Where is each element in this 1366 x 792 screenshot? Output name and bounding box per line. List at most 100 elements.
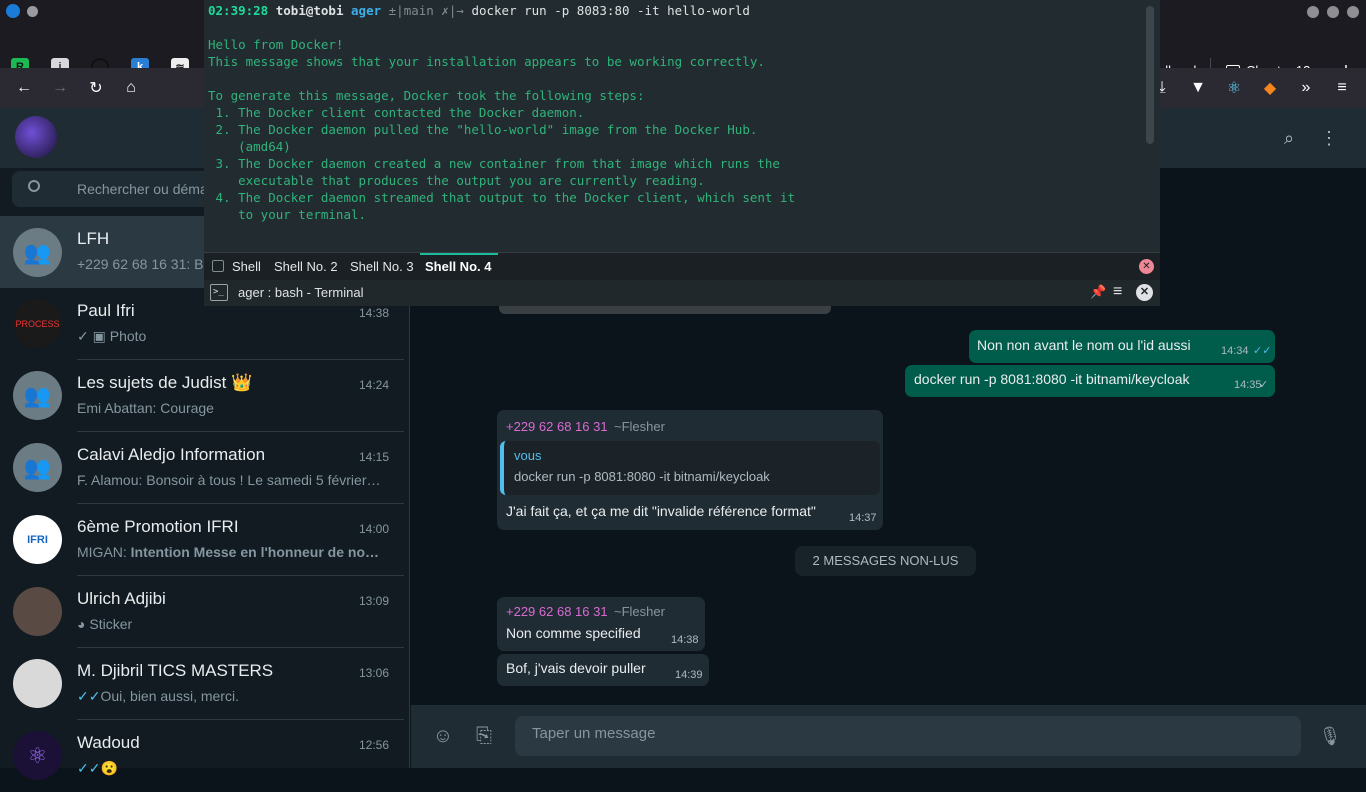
contact-avatar xyxy=(13,587,62,636)
chat-name: Paul Ifri xyxy=(77,301,135,320)
more-options-icon[interactable]: ⋮ xyxy=(1318,127,1340,149)
minimize-icon[interactable] xyxy=(1307,6,1319,18)
message-time: 14:39 xyxy=(675,669,703,681)
extension-react-icon[interactable]: ⚛ xyxy=(1223,77,1245,99)
terminal-menu-icon[interactable]: ≡ xyxy=(1113,283,1122,301)
double-check-icon: ✓✓ xyxy=(77,688,101,704)
contact-avatar: ⚛ xyxy=(13,731,62,780)
chat-preview: ✓✓😮 xyxy=(77,760,118,776)
back-arrow-icon[interactable]: ← xyxy=(13,77,35,99)
profile-avatar[interactable] xyxy=(15,116,57,158)
chat-item-calavi[interactable]: 👥 Calavi Aledjo Information 14:15 F. Ala… xyxy=(0,432,410,504)
incoming-message: +229 62 68 16 31 ~Flesher vous docker ru… xyxy=(497,410,883,530)
quote-author: vous xyxy=(514,448,542,463)
chat-item-ifri[interactable]: IFRI 6ème Promotion IFRI 14:00 MIGAN: In… xyxy=(0,504,410,576)
message-input[interactable]: Taper un message xyxy=(515,716,1301,756)
chat-item-djibril[interactable]: M. Djibril TICS MASTERS 13:06 ✓✓Oui, bie… xyxy=(0,648,410,720)
new-session-icon[interactable] xyxy=(212,260,224,272)
chat-name: Ulrich Adjibi xyxy=(77,589,166,608)
microphone-icon[interactable]: 🎙 xyxy=(1319,725,1342,747)
incoming-message: +229 62 68 16 31 ~Flesher Non comme spec… xyxy=(497,597,705,651)
terminal-scrollbar[interactable] xyxy=(1146,6,1154,144)
close-tab-icon[interactable]: ✕ xyxy=(1139,259,1154,274)
reload-icon[interactable]: ↻ xyxy=(85,77,107,99)
forward-arrow-icon[interactable]: → xyxy=(49,77,71,99)
sender-alias: ~Flesher xyxy=(614,419,665,434)
outgoing-message: docker run -p 8081:8080 -it bitnami/keyc… xyxy=(905,365,1275,397)
group-avatar: 👥 xyxy=(13,371,62,420)
incoming-message: Bof, j'vais devoir puller 14:39 xyxy=(497,654,709,686)
close-terminal-icon[interactable]: ✕ xyxy=(1136,284,1153,301)
chat-preview: MIGAN: Intention Messe en l'honneur de n… xyxy=(77,544,380,560)
chat-item-ulrich[interactable]: Ulrich Adjibi 13:09 ◕ Sticker xyxy=(0,576,410,648)
terminal-tab[interactable]: Shell No. 3 xyxy=(350,259,414,274)
sender-alias: ~Flesher xyxy=(614,604,665,619)
chat-time: 13:09 xyxy=(358,594,389,608)
chat-preview: F. Alamou: Bonsoir à tous ! Le samedi 5 … xyxy=(77,472,381,488)
read-receipt-icon: ✓✓ xyxy=(1253,345,1272,357)
sender-phone: +229 62 68 16 31 xyxy=(506,419,608,434)
contact-avatar xyxy=(13,659,62,708)
terminal-output[interactable]: 02:39:28 tobi@tobi ager ±|main ✗|→ docke… xyxy=(208,2,1144,248)
maximize-icon[interactable] xyxy=(1327,6,1339,18)
window-menu-icon[interactable] xyxy=(27,6,38,17)
quoted-message[interactable]: vous docker run -p 8081:8080 -it bitnami… xyxy=(500,441,880,495)
chat-preview: Emi Abattan: Courage xyxy=(77,400,214,416)
prompt-line: 02:39:28 tobi@tobi ager ±|main ✗|→ docke… xyxy=(208,3,750,18)
message-composer: ☺ ⎘ Taper un message 🎙 xyxy=(411,705,1366,768)
extension-metamask-icon[interactable]: ◆ xyxy=(1259,77,1281,99)
chat-name: LFH xyxy=(77,229,110,248)
read-check-icon: ✓ xyxy=(77,328,93,344)
search-icon[interactable]: ⌕ xyxy=(1278,127,1300,149)
quote-text: docker run -p 8081:8080 -it bitnami/keyc… xyxy=(514,469,770,484)
chat-time: 14:00 xyxy=(358,522,389,536)
chat-name: Calavi Aledjo Information xyxy=(77,445,266,464)
sent-check-icon: ✓ xyxy=(1259,379,1269,391)
chat-time: 13:06 xyxy=(358,666,389,680)
app-logo-icon xyxy=(6,4,20,18)
search-icon xyxy=(28,180,40,192)
chat-preview: ◕ Sticker xyxy=(77,616,133,632)
terminal-window[interactable]: 02:39:28 tobi@tobi ager ±|main ✗|→ docke… xyxy=(204,0,1160,306)
terminal-title: ager : bash - Terminal xyxy=(238,285,364,300)
camera-icon: ▣ xyxy=(92,328,110,344)
hamburger-menu-icon[interactable]: ≡ xyxy=(1331,77,1353,99)
message-text: Non non avant le nom ou l'id aussi xyxy=(977,337,1191,353)
chat-item-wadoud[interactable]: ⚛ Wadoud 12:56 ✓✓😮 xyxy=(0,720,410,792)
chat-name: Wadoud xyxy=(77,733,140,752)
close-window-icon[interactable] xyxy=(1347,6,1359,18)
sender-phone: +229 62 68 16 31 xyxy=(506,604,608,619)
chat-time: 14:38 xyxy=(358,306,389,320)
terminal-status-bar: >_ ager : bash - Terminal 📌 ≡ ✕ xyxy=(204,280,1160,306)
message-time: 14:35 xyxy=(1234,379,1262,391)
message-time: 14:38 xyxy=(671,634,699,646)
overflow-extensions-icon[interactable]: » xyxy=(1295,77,1317,99)
sticker-icon: ◕ xyxy=(77,616,90,632)
terminal-tab-active[interactable]: Shell No. 4 xyxy=(425,259,491,274)
active-tab-indicator xyxy=(420,253,498,255)
chat-name: M. Djibril TICS MASTERS xyxy=(77,661,274,680)
attach-icon[interactable]: ⎘ xyxy=(473,725,495,747)
message-text: Non comme specified xyxy=(506,625,641,641)
outgoing-message: Non non avant le nom ou l'id aussi 14:34… xyxy=(969,330,1275,363)
chat-preview: ✓ ▣ Photo xyxy=(77,328,147,344)
message-text: J'ai fait ça, et ça me dit "invalide réf… xyxy=(506,503,816,519)
chat-item-les-sujets[interactable]: 👥 Les sujets de Judist 👑 14:24 Emi Abatt… xyxy=(0,360,410,432)
chat-name: Les sujets de Judist 👑 xyxy=(77,373,253,392)
unread-divider: 2 MESSAGES NON-LUS xyxy=(795,546,976,576)
emoji-icon[interactable]: ☺ xyxy=(432,725,454,747)
terminal-tab[interactable]: Shell No. 2 xyxy=(274,259,338,274)
extension-vue-icon[interactable]: ▼ xyxy=(1187,77,1209,99)
terminal-tab-bar: Shell Shell No. 2 Shell No. 3 Shell No. … xyxy=(204,252,1160,280)
message-text: Bof, j'vais devoir puller xyxy=(506,660,646,676)
message-time: 14:34 xyxy=(1221,345,1249,357)
contact-avatar: PROCESS xyxy=(13,299,62,348)
chat-time: 14:24 xyxy=(358,378,389,392)
chat-name: 6ème Promotion IFRI xyxy=(77,517,239,536)
chat-time: 12:56 xyxy=(358,738,389,752)
home-icon[interactable]: ⌂ xyxy=(120,77,142,99)
terminal-tab[interactable]: Shell xyxy=(232,259,261,274)
pin-icon[interactable]: 📌 xyxy=(1090,284,1106,300)
message-text: docker run -p 8081:8080 -it bitnami/keyc… xyxy=(914,371,1190,387)
chat-preview: ✓✓Oui, bien aussi, merci. xyxy=(77,688,239,704)
